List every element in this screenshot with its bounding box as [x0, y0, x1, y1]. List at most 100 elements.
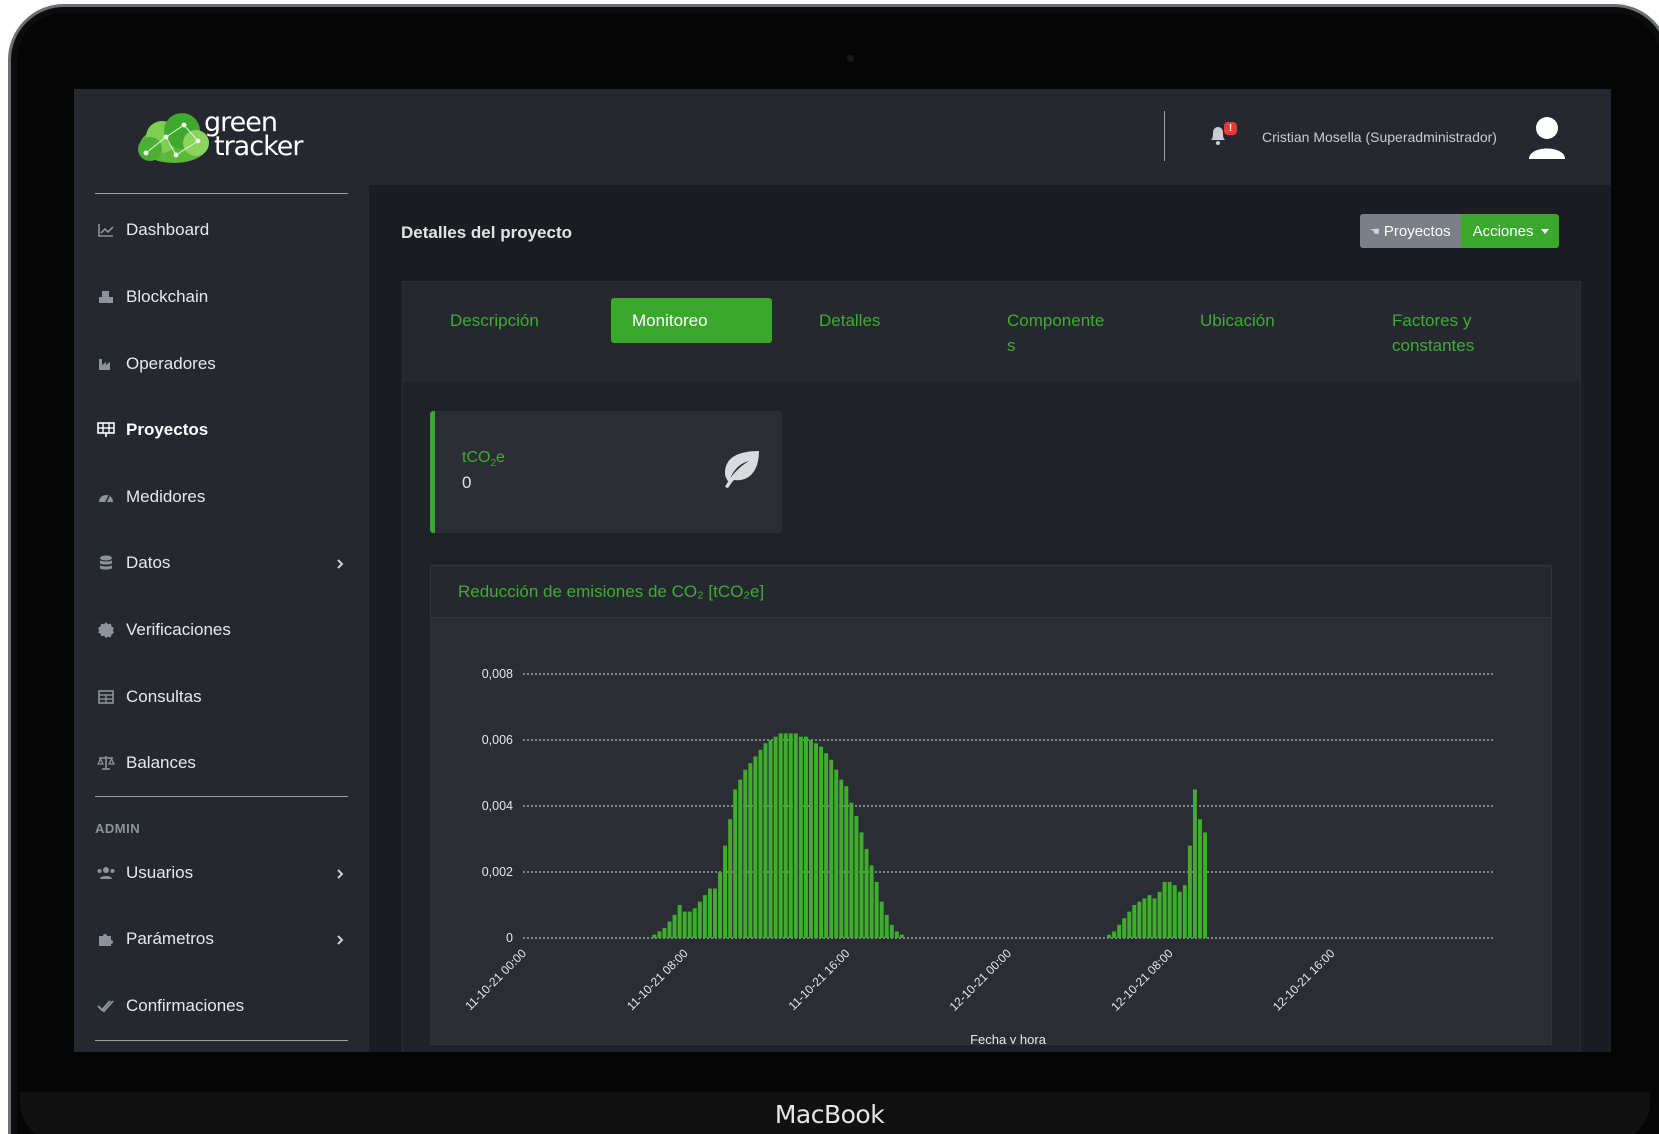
database-icon — [95, 555, 117, 571]
sidebar-item-datos[interactable]: Datos — [95, 543, 348, 583]
chart-bar — [1172, 885, 1177, 938]
device-label: MacBook — [774, 1100, 885, 1129]
x-tick-label: 11-10-21 00:00 — [462, 946, 529, 1013]
chart-bar — [849, 802, 854, 938]
chart-bar — [768, 740, 773, 938]
chart-bar — [1167, 881, 1172, 938]
chart-bar — [672, 914, 677, 938]
chart-bar — [894, 931, 899, 938]
chart-bar — [839, 779, 844, 938]
sidebar-item-verificaciones[interactable]: Verificaciones — [95, 610, 348, 650]
tab-factores-constantes[interactable]: Factores y constantes — [1392, 298, 1532, 355]
chart-bar — [748, 763, 753, 938]
actions-dropdown-button[interactable]: Acciones — [1460, 214, 1560, 248]
sidebar: green tracker Dashboard Blockchain Opera… — [74, 89, 369, 1052]
chart-bar — [808, 740, 813, 938]
certificate-icon — [95, 622, 117, 638]
chart-bar — [879, 901, 884, 938]
chart-bar — [844, 786, 849, 938]
chart-bar — [667, 921, 672, 938]
sidebar-item-balances[interactable]: Balances — [95, 743, 348, 783]
chart-bar — [677, 905, 682, 938]
actions-button-label: Acciones — [1472, 222, 1534, 240]
chart-bar — [697, 901, 702, 938]
chart-bar — [743, 769, 748, 938]
chart-bar — [874, 881, 879, 938]
chart-bar — [738, 779, 743, 938]
y-tick-label: 0,006 — [482, 733, 513, 747]
projects-button-label: Proyectos — [1383, 222, 1451, 240]
x-tick-label: 12-10-21 08:00 — [1108, 946, 1176, 1014]
projects-button[interactable]: ☚ Proyectos — [1360, 214, 1461, 248]
sidebar-item-label: Consultas — [126, 687, 202, 706]
chart-bar — [1187, 845, 1192, 938]
chart-bar — [728, 819, 733, 938]
chart-bar — [899, 934, 904, 938]
x-tick-label: 12-10-21 00:00 — [947, 946, 1015, 1014]
chart-bar — [723, 845, 728, 938]
chart-bar — [682, 911, 687, 938]
app-screen: green tracker Dashboard Blockchain Opera… — [74, 89, 1611, 1052]
sidebar-item-medidores[interactable]: Medidores — [95, 477, 348, 517]
chart-line-icon — [95, 222, 117, 238]
chart-bar — [733, 789, 738, 938]
chart-bar — [788, 733, 793, 938]
users-icon — [95, 865, 117, 881]
chart-bar — [1107, 934, 1112, 938]
sidebar-item-parametros[interactable]: Parámetros — [95, 919, 348, 959]
sidebar-item-confirmaciones[interactable]: Confirmaciones — [95, 986, 348, 1026]
gauge-icon — [95, 489, 117, 505]
x-axis-label: Fecha y hora — [970, 1032, 1047, 1044]
brand-line-2: tracker — [214, 131, 303, 162]
chart-bar — [662, 928, 667, 938]
chart-bar — [783, 733, 788, 938]
chart-bar — [1152, 898, 1157, 938]
sidebar-item-proyectos[interactable]: Proyectos — [95, 410, 348, 450]
admin-section-label: ADMIN — [95, 821, 141, 836]
sidebar-item-label: Verificaciones — [126, 620, 231, 639]
solar-panel-icon — [95, 422, 117, 438]
sidebar-item-usuarios[interactable]: Usuarios — [95, 853, 348, 893]
sidebar-divider — [95, 193, 348, 194]
industry-icon — [95, 356, 117, 372]
chart-bar — [763, 743, 768, 938]
hand-point-left-icon: ☚ — [1370, 225, 1380, 238]
chart-bar — [773, 736, 778, 938]
chart-bar — [829, 759, 834, 938]
caret-down-icon — [1541, 228, 1550, 234]
stat-label-suffix: e — [496, 449, 505, 466]
tab-detalles[interactable]: Detalles — [819, 298, 939, 343]
sidebar-item-dashboard[interactable]: Dashboard — [95, 210, 348, 250]
chart-bar — [1147, 895, 1152, 938]
chart-bar — [687, 911, 692, 938]
y-tick-label: 0,004 — [482, 799, 513, 813]
tab-monitoreo[interactable]: Monitoreo — [611, 298, 772, 343]
chart-bar — [869, 865, 874, 938]
user-name[interactable]: Cristian Mosella (Superadministrador) — [1262, 129, 1497, 145]
sidebar-item-operadores[interactable]: Operadores — [95, 344, 348, 384]
chart-bar — [798, 736, 803, 938]
sidebar-item-label: Confirmaciones — [126, 996, 245, 1015]
topbar-divider — [1164, 111, 1165, 161]
y-tick-label: 0,002 — [482, 865, 513, 879]
chart-bar — [692, 908, 697, 938]
user-avatar-icon[interactable] — [1527, 115, 1567, 159]
chart-bar — [753, 756, 758, 938]
chart-bar — [834, 769, 839, 938]
chart-bar — [713, 888, 717, 938]
leaf-icon — [725, 451, 759, 488]
tab-descripcion[interactable]: Descripción — [450, 298, 590, 343]
chart-bar — [718, 872, 723, 938]
sidebar-item-label: Medidores — [126, 487, 206, 506]
sidebar-item-consultas[interactable]: Consultas — [95, 677, 348, 717]
stat-label: tCO2e — [462, 449, 505, 469]
chart-bar — [859, 832, 864, 938]
y-tick-label: 0,008 — [482, 667, 513, 681]
project-card: Descripción Monitoreo Detalles Component… — [402, 281, 1581, 1052]
sidebar-item-label: Dashboard — [126, 220, 210, 239]
tab-componentes[interactable]: Componente s — [1007, 298, 1137, 355]
sidebar-item-blockchain[interactable]: Blockchain — [95, 277, 348, 317]
tab-ubicacion[interactable]: Ubicación — [1200, 298, 1330, 343]
emissions-bar-chart: 0 0,002 0,004 0,006 0,008 11-10-21 00:00 11-10… — [462, 667, 1493, 1044]
chart-bar — [1162, 881, 1167, 938]
